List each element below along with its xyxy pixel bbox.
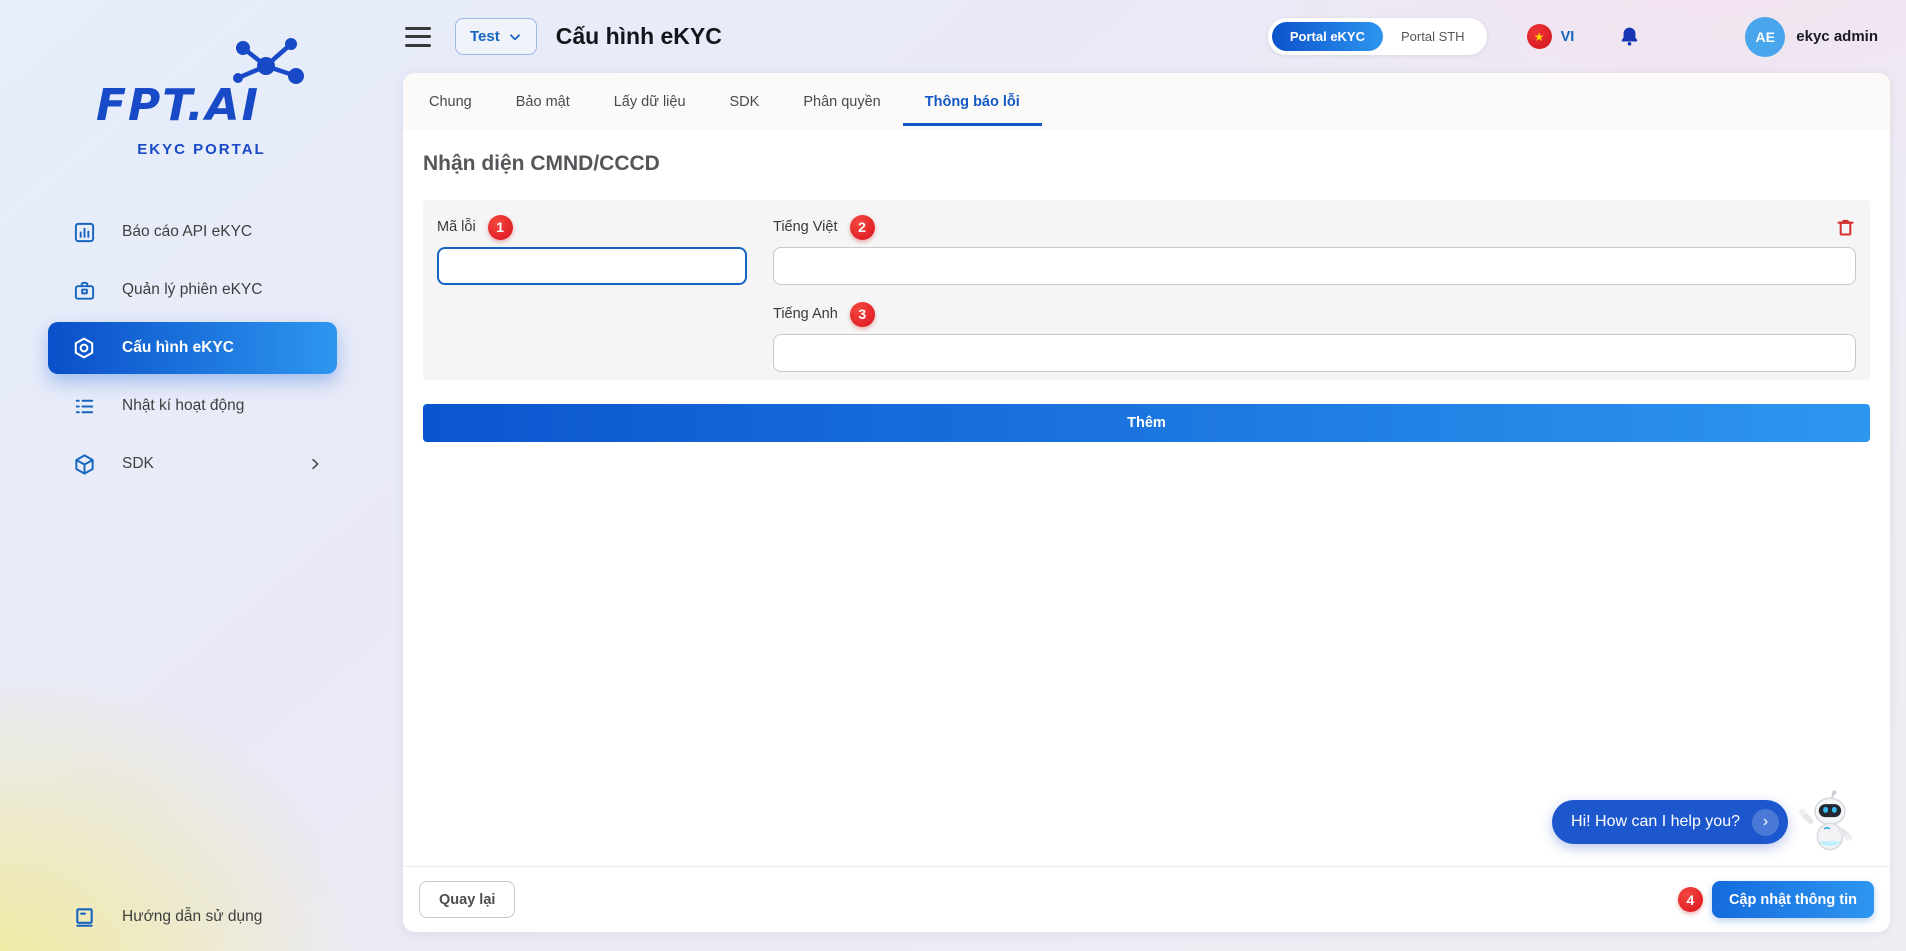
tab-sdk[interactable]: SDK xyxy=(708,73,782,130)
sidebar-item-label: Quản lý phiên eKYC xyxy=(122,281,262,299)
tab-lay-du-lieu[interactable]: Lấy dữ liệu xyxy=(592,73,708,130)
tab-thong-bao-loi[interactable]: Thông báo lỗi xyxy=(903,73,1042,130)
update-info-button[interactable]: Cập nhật thông tin xyxy=(1712,881,1874,918)
sidebar-item-cau-hinh[interactable]: Cấu hình eKYC xyxy=(48,322,337,374)
chevron-right-icon xyxy=(307,456,323,472)
portal-sth-toggle[interactable]: Portal STH xyxy=(1383,22,1483,51)
main-area: Test Cấu hình eKYC Portal eKYC Portal ST… xyxy=(403,0,1906,951)
portal-ekyc-toggle[interactable]: Portal eKYC xyxy=(1272,22,1383,51)
translations-column: Tiếng Việt 2 xyxy=(773,214,1856,372)
language-switcher[interactable]: ★ VI xyxy=(1527,24,1575,49)
book-icon xyxy=(72,905,96,929)
vietnamese-message-input[interactable] xyxy=(773,247,1856,285)
svg-text:FPT.AI: FPT.AI xyxy=(96,80,260,131)
fpt-ai-logo-icon: FPT.AI xyxy=(88,36,316,132)
chevron-down-icon xyxy=(508,30,522,44)
briefcase-icon xyxy=(72,278,96,302)
tab-bar: Chung Bảo mật Lấy dữ liệu SDK Phân quyền… xyxy=(403,73,1890,130)
sidebar-item-sdk[interactable]: SDK xyxy=(48,438,337,490)
content-card: Chung Bảo mật Lấy dữ liệu SDK Phân quyền… xyxy=(403,73,1890,932)
step-badge-1: 1 xyxy=(488,215,513,240)
sidebar: FPT.AI EKYC PORTAL Báo cáo API eKYC xyxy=(0,0,403,951)
user-name: ekyc admin xyxy=(1796,28,1878,45)
sidebar-item-label: SDK xyxy=(122,455,154,473)
topbar: Test Cấu hình eKYC Portal eKYC Portal ST… xyxy=(403,0,1906,73)
chat-widget: Hi! How can I help you? › xyxy=(1552,790,1860,854)
sidebar-item-nhat-ki[interactable]: Nhật kí hoạt động xyxy=(48,380,337,432)
ekyc-portal-page: FPT.AI EKYC PORTAL Báo cáo API eKYC xyxy=(0,0,1906,951)
sidebar-item-label: Cấu hình eKYC xyxy=(122,339,234,357)
user-menu[interactable]: AE ekyc admin xyxy=(1745,17,1878,57)
tab-bao-mat[interactable]: Bảo mật xyxy=(494,73,592,130)
logo-subtitle: EKYC PORTAL xyxy=(0,141,403,158)
brand-logo: FPT.AI EKYC PORTAL xyxy=(0,0,403,158)
section-title: Nhận diện CMND/CCCD xyxy=(423,152,1870,176)
sidebar-menu: Báo cáo API eKYC Quản lý phiên eKYC xyxy=(0,206,403,490)
delete-row-button[interactable] xyxy=(1835,217,1856,238)
back-button[interactable]: Quay lại xyxy=(419,881,515,918)
trash-icon xyxy=(1835,217,1856,238)
settings-icon xyxy=(72,336,96,360)
sidebar-item-bao-cao-api[interactable]: Báo cáo API eKYC xyxy=(48,206,337,258)
vietnam-flag-icon: ★ xyxy=(1527,24,1552,49)
tab-chung[interactable]: Chung xyxy=(407,73,494,130)
chat-message: Hi! How can I help you? xyxy=(1571,813,1740,831)
activity-log-icon xyxy=(72,394,96,418)
page-title: Cấu hình eKYC xyxy=(556,23,722,50)
project-selector[interactable]: Test xyxy=(455,18,537,55)
tab-panel-thong-bao-loi: Nhận diện CMND/CCCD Mã lỗi 1 Tiếng Việt … xyxy=(403,130,1890,866)
chat-prompt-button[interactable]: Hi! How can I help you? › xyxy=(1552,800,1788,844)
footer-actions: 4 Cập nhật thông tin xyxy=(1678,881,1874,918)
chevron-right-icon: › xyxy=(1752,809,1779,836)
english-message-input[interactable] xyxy=(773,334,1856,372)
step-badge-4: 4 xyxy=(1678,887,1703,912)
cube-icon xyxy=(72,452,96,476)
sidebar-item-label: Nhật kí hoạt động xyxy=(122,397,244,415)
error-code-input[interactable] xyxy=(437,247,747,285)
step-badge-3: 3 xyxy=(850,302,875,327)
project-selector-label: Test xyxy=(470,28,500,45)
sidebar-item-label: Báo cáo API eKYC xyxy=(122,223,252,241)
sidebar-item-huong-dan[interactable]: Hướng dẫn sử dụng xyxy=(48,905,262,929)
sidebar-item-quan-ly-phien[interactable]: Quản lý phiên eKYC xyxy=(48,264,337,316)
hamburger-menu-icon[interactable] xyxy=(405,27,431,47)
step-badge-2: 2 xyxy=(850,215,875,240)
chatbot-robot-icon[interactable] xyxy=(1798,790,1860,854)
field-label-ma-loi: Mã lỗi xyxy=(437,219,476,235)
notification-bell-icon[interactable] xyxy=(1618,25,1641,48)
add-button[interactable]: Thêm xyxy=(423,404,1870,442)
topbar-right: Portal eKYC Portal STH ★ VI AE ekyc admi… xyxy=(1268,17,1878,57)
avatar: AE xyxy=(1745,17,1785,57)
portal-toggle: Portal eKYC Portal STH xyxy=(1268,18,1487,55)
field-label-tieng-viet: Tiếng Việt xyxy=(773,219,838,235)
bar-chart-icon xyxy=(72,220,96,244)
error-message-form: Mã lỗi 1 Tiếng Việt 2 xyxy=(423,200,1870,380)
language-code: VI xyxy=(1561,29,1575,45)
tab-phan-quyen[interactable]: Phân quyền xyxy=(781,73,902,130)
sidebar-item-label: Hướng dẫn sử dụng xyxy=(122,908,262,926)
error-code-column: Mã lỗi 1 xyxy=(437,214,747,372)
field-label-tieng-anh: Tiếng Anh xyxy=(773,306,838,322)
card-footer: Quay lại 4 Cập nhật thông tin xyxy=(403,866,1890,932)
